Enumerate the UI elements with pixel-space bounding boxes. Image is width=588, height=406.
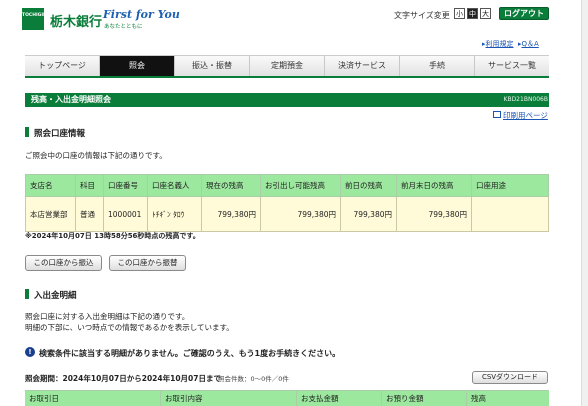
inquiry-count: 照会件数：0～0件／0件 bbox=[218, 375, 289, 383]
balance-as-of: ※2024年10月07日 13時58分56秒時点の残高です。 bbox=[25, 232, 200, 240]
previous-day-balance-cell: 799,380円 bbox=[340, 196, 397, 232]
column-header: お預り金額 bbox=[382, 391, 467, 406]
account-number-cell: 1000001 bbox=[103, 196, 148, 232]
column-header: お引出し可能残高 bbox=[260, 174, 341, 197]
font-size-large-button[interactable]: 大 bbox=[480, 8, 491, 19]
font-size-label: 文字サイズ変更 bbox=[394, 11, 450, 20]
font-size-small-button[interactable]: 小 bbox=[454, 8, 465, 19]
transfer-from-account-button[interactable]: この口座から振込 bbox=[25, 255, 102, 271]
column-header: 口座番号 bbox=[103, 174, 148, 197]
nav-item-transfer[interactable]: 振込・振替 bbox=[175, 56, 250, 76]
column-header: お支払金額 bbox=[297, 391, 382, 406]
account-table: 支店名 科目 口座番号 口座名義人 現在の残高 お引出し可能残高 前日の残高 前… bbox=[25, 174, 549, 232]
detail-section-heading: 入出金明細 bbox=[34, 291, 77, 301]
terms-link[interactable]: 利用規定 bbox=[486, 40, 514, 48]
slogan-sub: あなたとともに bbox=[104, 24, 143, 30]
type-cell: 普通 bbox=[75, 196, 104, 232]
slogan: First for You bbox=[103, 8, 180, 21]
column-header: 現在の残高 bbox=[201, 174, 261, 197]
column-header: 残高 bbox=[471, 394, 486, 403]
detail-table-header: お取引日 お取引内容 お支払金額 お預り金額 残高 bbox=[25, 390, 549, 406]
screen-id: KBD21BN006B bbox=[503, 96, 548, 103]
bank-logo: TOCHIGIN bbox=[22, 8, 47, 30]
branch-cell: 本店営業部 bbox=[25, 196, 76, 232]
nav-item-time-deposit[interactable]: 定期預金 bbox=[250, 56, 325, 76]
global-nav: トップページ 照会 振込・振替 定期預金 決済サービス 手続 サービス一覧 bbox=[25, 55, 549, 76]
nav-item-procedures[interactable]: 手続 bbox=[400, 56, 475, 76]
column-header: 口座用途 bbox=[471, 174, 549, 197]
section-marker bbox=[25, 289, 29, 299]
column-header: 科目 bbox=[75, 174, 104, 197]
column-header: お取引日 bbox=[25, 391, 161, 406]
account-transfer-button[interactable]: この口座から振替 bbox=[109, 255, 186, 271]
detail-description-1: 照会口座に対する入出金明細は下記の通りです。 bbox=[25, 312, 190, 321]
bank-name: 栃木銀行 bbox=[50, 15, 103, 30]
table-header-row: 支店名 科目 口座番号 口座名義人 現在の残高 お引出し可能残高 前日の残高 前… bbox=[25, 174, 549, 197]
font-size-medium-button[interactable]: 中 bbox=[467, 8, 478, 19]
current-balance-cell: 799,380円 bbox=[201, 196, 261, 232]
purpose-cell bbox=[471, 196, 549, 232]
scrollbar[interactable] bbox=[581, 0, 588, 406]
print-link[interactable]: 印刷用ページ bbox=[503, 110, 548, 121]
column-header: 前月末日の残高 bbox=[396, 174, 472, 197]
faq-link[interactable]: Q＆A bbox=[521, 40, 538, 48]
holder-cell: ﾄﾁｷﾞﾝ ﾀﾛｳ bbox=[147, 196, 202, 232]
header-links: ▸利用規定 ▸Q＆A bbox=[482, 40, 539, 48]
print-icon bbox=[493, 111, 501, 118]
detail-description-2: 明細の下部に、いつ時点での情報であるかを表示しています。 bbox=[25, 323, 234, 332]
logout-button[interactable]: ログアウト bbox=[499, 7, 549, 20]
nav-item-payment[interactable]: 決済サービス bbox=[325, 56, 400, 76]
account-section-heading: 照会口座情報 bbox=[34, 129, 86, 139]
column-header: 前日の残高 bbox=[340, 174, 397, 197]
available-balance-cell: 799,380円 bbox=[260, 196, 341, 232]
csv-download-button[interactable]: CSVダウンロード bbox=[472, 371, 548, 384]
inquiry-period: 照会期間：2024年10月07日から2024年10月07日まで bbox=[25, 374, 221, 383]
info-icon: ! bbox=[25, 347, 35, 357]
account-description: ご照会中の口座の情報は下記の通りです。 bbox=[25, 151, 167, 160]
info-message: 検索条件に該当する明細がありません。ご確認のうえ、もう1度お手続きください。 bbox=[39, 349, 341, 358]
column-header: お取引内容 bbox=[161, 391, 297, 406]
previous-month-balance-cell: 799,380円 bbox=[396, 196, 472, 232]
nav-item-inquiry[interactable]: 照会 bbox=[100, 56, 175, 76]
section-marker bbox=[25, 127, 29, 137]
table-row: 本店営業部 普通 1000001 ﾄﾁｷﾞﾝ ﾀﾛｳ 799,380円 799,… bbox=[25, 196, 549, 232]
column-header: 支店名 bbox=[25, 174, 76, 197]
nav-item-services[interactable]: サービス一覧 bbox=[475, 56, 549, 76]
nav-item-top[interactable]: トップページ bbox=[25, 56, 100, 76]
column-header: 口座名義人 bbox=[147, 174, 202, 197]
nav-divider bbox=[25, 76, 549, 78]
logo-text: TOCHIGIN bbox=[22, 13, 47, 18]
